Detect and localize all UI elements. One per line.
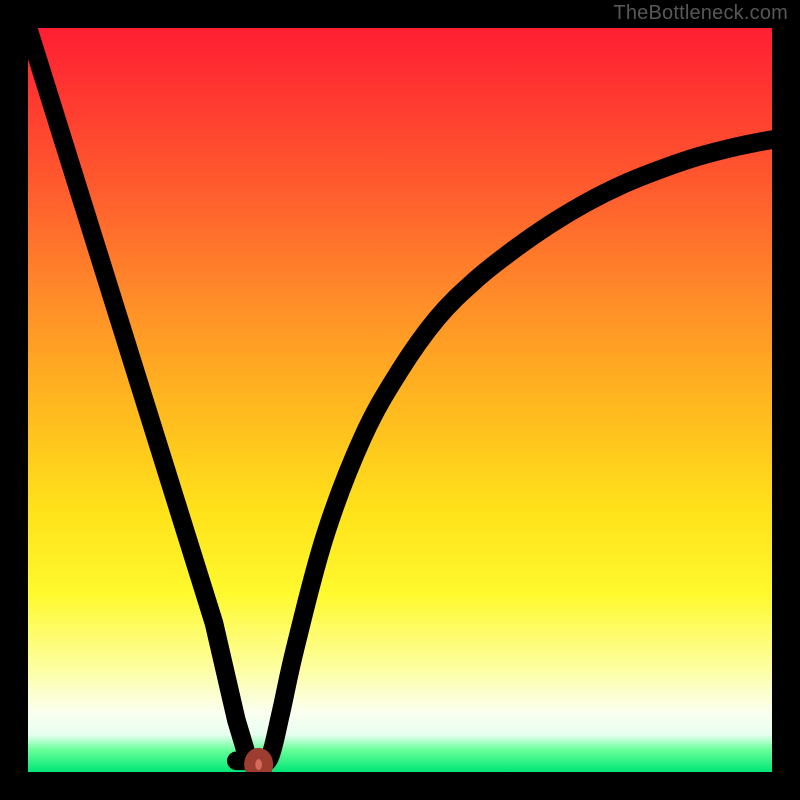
plot-area (28, 28, 772, 772)
chart-svg (28, 28, 772, 772)
bottleneck-curve (28, 28, 772, 765)
optimal-point-marker (250, 753, 268, 772)
chart-frame: TheBottleneck.com (0, 0, 800, 800)
attribution-text: TheBottleneck.com (613, 2, 788, 25)
